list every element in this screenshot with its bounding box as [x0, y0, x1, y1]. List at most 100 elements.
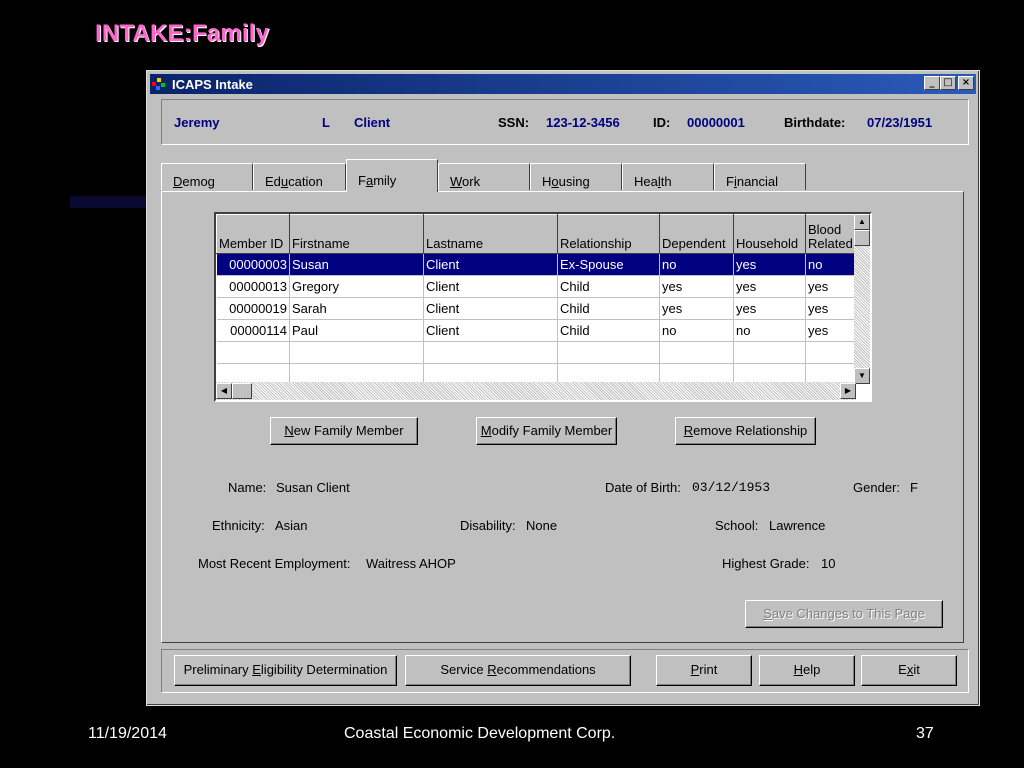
employment-label: Most Recent Employment:	[198, 556, 351, 571]
window-titlebar[interactable]: ICAPS Intake _ □ ×	[150, 74, 976, 94]
table-cell: Child	[557, 319, 660, 342]
family-tab-panel: Member ID Firstname Lastname Relationship De…	[161, 191, 964, 643]
table-cell: no	[805, 253, 856, 276]
minimize-button[interactable]: _	[924, 76, 940, 90]
table-cell: yes	[805, 275, 856, 298]
table-row[interactable]: 00000114 Paul Client Child no no yes	[216, 319, 856, 342]
table-cell: Child	[557, 275, 660, 298]
hscroll-thumb[interactable]	[232, 383, 252, 399]
column-header[interactable]: Relationship	[557, 214, 660, 254]
school-label: School:	[715, 518, 759, 533]
table-cell: 00000019	[216, 297, 290, 320]
scroll-thumb[interactable]	[854, 230, 870, 246]
disability-label: Disability:	[460, 518, 516, 533]
table-cell: Susan	[289, 253, 424, 276]
column-header[interactable]: Household	[733, 214, 806, 254]
print-button[interactable]: Print	[656, 655, 752, 686]
tab-demog[interactable]: Demog	[161, 163, 253, 190]
table-cell: Client	[423, 275, 558, 298]
table-cell: no	[733, 319, 806, 342]
table-cell: yes	[733, 297, 806, 320]
column-header[interactable]: Member ID	[216, 214, 290, 254]
help-button[interactable]: Help	[759, 655, 855, 686]
highest-grade-label: Highest Grade:	[722, 556, 810, 571]
app-icon	[152, 77, 168, 91]
table-cell: 00000013	[216, 275, 290, 298]
window-title: ICAPS Intake	[172, 76, 253, 92]
ssn-label: SSN:	[498, 115, 530, 130]
client-middle-initial: L	[322, 115, 330, 130]
client-first-name: Jeremy	[174, 115, 220, 130]
icaps-intake-window: ICAPS Intake _ □ × Jeremy L Client SSN: …	[146, 70, 980, 706]
name-value: Susan Client	[276, 480, 350, 495]
column-header[interactable]: Lastname	[423, 214, 558, 254]
client-header: Jeremy L Client SSN: 123-12-3456 ID: 000…	[161, 99, 969, 145]
bottom-action-bar: Preliminary Eligibility Determination Se…	[161, 649, 969, 693]
column-header[interactable]: Dependent	[659, 214, 734, 254]
footer-organization: Coastal Economic Development Corp.	[344, 725, 616, 742]
column-header[interactable]: Firstname	[289, 214, 424, 254]
scroll-up-icon[interactable]: ▲	[854, 214, 870, 230]
birthdate-label: Birthdate:	[784, 115, 846, 130]
exit-button[interactable]: Exit	[861, 655, 957, 686]
new-family-member-button[interactable]: New Family Member	[270, 417, 418, 445]
table-cell: 00000114	[216, 319, 290, 342]
table-cell: Sarah	[289, 297, 424, 320]
disability-value: None	[526, 518, 558, 533]
tab-housing[interactable]: Housing	[530, 163, 622, 190]
table-cell	[216, 341, 290, 364]
modify-family-member-button[interactable]: Modify Family Member	[476, 417, 617, 445]
scroll-right-icon[interactable]: ▶	[840, 383, 856, 399]
table-cell: yes	[733, 253, 806, 276]
slide-title: INTAKE:Family	[95, 20, 270, 47]
table-cell: Gregory	[289, 275, 424, 298]
horizontal-scrollbar[interactable]: ◀ ▶	[216, 382, 856, 400]
column-header[interactable]: Blood Related	[805, 214, 856, 254]
table-cell	[659, 341, 734, 364]
table-cell	[289, 341, 424, 364]
table-cell: Client	[423, 253, 558, 276]
birthdate-value: 07/23/1951	[867, 115, 933, 130]
gender-value: F	[910, 480, 918, 495]
decorative-bar	[70, 196, 150, 208]
table-cell: Paul	[289, 319, 424, 342]
preliminary-eligibility-button[interactable]: Preliminary Eligibility Determination	[174, 655, 397, 686]
table-cell: Client	[423, 319, 558, 342]
tab-family[interactable]: Family	[346, 159, 438, 192]
table-row[interactable]: 00000019 Sarah Client Child yes yes yes	[216, 297, 856, 320]
footer-date: 11/19/2014	[88, 725, 167, 742]
tab-work[interactable]: Work	[438, 163, 530, 190]
tab-health[interactable]: Health	[622, 163, 714, 190]
footer-page-number: 37	[916, 725, 934, 742]
tab-education[interactable]: Education	[253, 163, 346, 190]
scroll-down-icon[interactable]: ▼	[854, 368, 870, 384]
family-members-grid[interactable]: Member ID Firstname Lastname Relationship De…	[214, 212, 872, 402]
ethnicity-label: Ethnicity:	[212, 518, 265, 533]
remove-relationship-button[interactable]: Remove Relationship	[675, 417, 816, 445]
table-cell	[423, 341, 558, 364]
table-cell	[805, 341, 856, 364]
scroll-left-icon[interactable]: ◀	[216, 383, 232, 399]
table-cell: Client	[423, 297, 558, 320]
table-cell: no	[659, 253, 734, 276]
table-row[interactable]	[216, 341, 856, 364]
table-cell: yes	[733, 275, 806, 298]
table-row[interactable]: 00000003 Susan Client Ex-Spouse no yes no	[216, 253, 856, 276]
service-recommendations-button[interactable]: Service Recommendations	[405, 655, 631, 686]
gender-label: Gender:	[853, 480, 900, 495]
table-row[interactable]: 00000013 Gregory Client Child yes yes yes	[216, 275, 856, 298]
table-cell: yes	[659, 275, 734, 298]
table-cell: yes	[659, 297, 734, 320]
maximize-button[interactable]: □	[940, 76, 956, 90]
school-value: Lawrence	[769, 518, 826, 533]
table-cell: Child	[557, 297, 660, 320]
close-button[interactable]: ×	[958, 76, 974, 90]
save-changes-button[interactable]: Save Changes to This Page	[745, 600, 943, 628]
ethnicity-value: Asian	[275, 518, 308, 533]
members-table: Member ID Firstname Lastname Relationship De…	[216, 214, 856, 386]
table-cell: Ex-Spouse	[557, 253, 660, 276]
employment-value: Waitress AHOP	[366, 556, 456, 571]
vertical-scrollbar[interactable]: ▲ ▼	[854, 214, 870, 384]
tab-financial[interactable]: Financial	[714, 163, 806, 190]
highest-grade-value: 10	[821, 556, 836, 571]
